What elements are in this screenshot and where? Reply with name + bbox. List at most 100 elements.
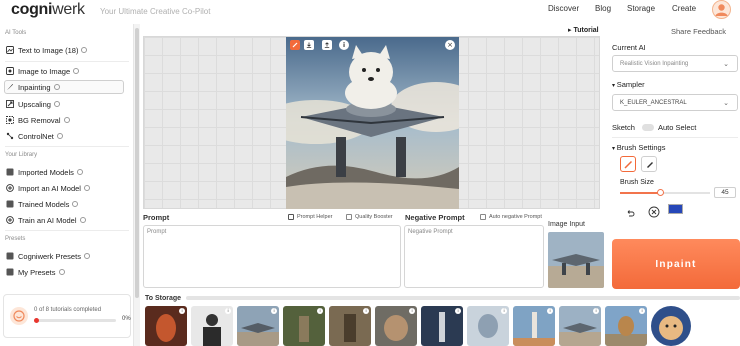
avatar[interactable] — [712, 0, 731, 19]
storage-thumbnail[interactable]: i — [513, 306, 555, 346]
nav-discover[interactable]: Discover — [548, 4, 579, 13]
storage-thumbnail[interactable]: i — [421, 306, 463, 346]
sidebar-item-my-presets[interactable]: My Presets — [5, 265, 125, 279]
logo[interactable]: cogniwerk — [11, 1, 85, 19]
sidebar-item-upscaling[interactable]: Upscaling — [5, 97, 125, 111]
tagline: Your Ultimate Creative Co-Pilot — [100, 7, 211, 16]
info-icon[interactable]: i — [271, 308, 277, 314]
brush-tool-icon[interactable] — [290, 40, 300, 50]
info-icon[interactable] — [76, 169, 83, 175]
storage-thumbnail[interactable]: i — [605, 306, 647, 346]
info-icon[interactable] — [53, 84, 60, 90]
storage-strip-handle[interactable] — [186, 296, 740, 300]
plus-icon — [5, 184, 14, 193]
canvas-image[interactable] — [286, 37, 459, 209]
sidebar-item-inpainting[interactable]: Inpainting — [4, 80, 124, 94]
info-icon[interactable] — [72, 201, 79, 207]
info-icon[interactable]: i — [363, 308, 369, 314]
eraser-button[interactable] — [641, 156, 657, 172]
nav-blog[interactable]: Blog — [595, 4, 611, 13]
current-ai-select[interactable]: Realistic Vision Inpainting ⌄ — [612, 55, 738, 72]
nav-create[interactable]: Create — [672, 4, 696, 13]
info-icon[interactable] — [83, 185, 90, 191]
share-feedback-link[interactable]: Share Feedback — [671, 27, 726, 36]
storage-thumbnail[interactable]: i — [145, 306, 187, 346]
info-icon[interactable]: i — [639, 308, 645, 314]
storage-thumbnail[interactable]: i — [283, 306, 325, 346]
sidebar-item-bg-removal[interactable]: BG Removal — [5, 113, 125, 127]
current-ai-label: Current AI — [612, 43, 646, 52]
sidebar-item-image-to-image[interactable]: Image to Image — [5, 64, 125, 78]
prompt-helper-checkbox[interactable]: Prompt Helper — [288, 214, 332, 220]
tutorial-progress-card[interactable]: 0 of 8 tutorials completed 0% — [3, 294, 131, 338]
image-input-thumbnail[interactable] — [548, 232, 604, 288]
info-icon[interactable]: i — [317, 308, 323, 314]
tutorial-icon — [10, 307, 28, 325]
sketch-label: Sketch — [612, 123, 635, 132]
inpaint-button[interactable]: Inpaint — [612, 239, 740, 289]
brush-color-swatch[interactable] — [668, 204, 683, 214]
nav-storage[interactable]: Storage — [627, 4, 655, 13]
info-icon[interactable] — [73, 68, 80, 74]
info-icon[interactable] — [53, 101, 60, 107]
tutorial-progress-fill — [34, 318, 39, 323]
controlnet-icon — [5, 132, 14, 141]
brush-button[interactable] — [620, 156, 636, 172]
sidebar-item-label: Train an AI Model — [18, 215, 77, 225]
info-icon[interactable] — [79, 217, 86, 223]
info-icon[interactable]: i — [225, 308, 231, 314]
info-icon[interactable]: i — [179, 308, 185, 314]
info-icon[interactable] — [81, 47, 88, 53]
info-icon[interactable]: i — [501, 308, 507, 314]
sketch-toggle[interactable] — [642, 124, 654, 131]
tutorial-progress-text: 0 of 8 tutorials completed — [34, 307, 102, 313]
info-icon[interactable] — [83, 253, 90, 259]
sidebar-item-label: Inpainting — [18, 82, 51, 92]
sidebar-collapse-handle[interactable] — [134, 24, 140, 346]
brush-icon — [5, 83, 14, 92]
info-icon[interactable] — [63, 117, 70, 123]
storage-thumbnail[interactable]: i — [237, 306, 279, 346]
upload-icon[interactable] — [322, 40, 332, 50]
clear-icon[interactable] — [648, 203, 660, 218]
storage-thumbnail[interactable]: i — [329, 306, 371, 346]
storage-thumbnail[interactable]: i — [191, 306, 233, 346]
sidebar-item-imported-models[interactable]: Imported Models — [5, 165, 125, 179]
sidebar-item-text-to-image[interactable]: Text to Image (18) — [5, 43, 125, 57]
divider — [612, 137, 738, 138]
storage-thumbnail[interactable]: i — [375, 306, 417, 346]
scrollbar-thumb[interactable] — [135, 28, 139, 298]
negative-prompt-input[interactable]: Negative Prompt — [404, 225, 544, 288]
storage-thumbnail[interactable]: i — [467, 306, 509, 346]
undo-icon[interactable] — [625, 204, 635, 217]
brush-size-value[interactable]: 45 — [714, 187, 736, 198]
storage-thumbnail[interactable] — [651, 306, 691, 346]
prompt-input[interactable]: Prompt — [143, 225, 401, 288]
download-icon[interactable] — [304, 40, 314, 50]
slider-fill — [620, 192, 661, 194]
info-icon[interactable] — [56, 133, 63, 139]
slider-handle[interactable] — [657, 189, 664, 196]
info-icon[interactable]: i — [455, 308, 461, 314]
sampler-select[interactable]: K_EULER_ANCESTRAL ⌄ — [612, 94, 738, 111]
info-icon[interactable]: i — [547, 308, 553, 314]
info-icon[interactable] — [58, 269, 65, 275]
sidebar-item-train-model[interactable]: Train an AI Model — [5, 213, 125, 227]
sidebar-item-label: Import an AI Model — [18, 183, 81, 193]
sidebar-item-import-model[interactable]: Import an AI Model — [5, 181, 125, 195]
sidebar-item-cogniwerk-presets[interactable]: Cogniwerk Presets — [5, 249, 125, 263]
sidebar-item-label: Cogniwerk Presets — [18, 251, 81, 261]
auto-negative-checkbox[interactable]: Auto negative Prompt — [480, 214, 542, 220]
info-icon[interactable]: i — [409, 308, 415, 314]
info-icon[interactable]: i — [339, 40, 349, 50]
sidebar-item-trained-models[interactable]: Trained Models — [5, 197, 125, 211]
tutorial-link[interactable]: ▸ Tutorial — [568, 26, 599, 34]
quality-booster-checkbox[interactable]: Quality Booster — [346, 214, 393, 220]
close-icon[interactable]: × — [445, 40, 455, 50]
negative-prompt-label: Negative Prompt — [405, 213, 465, 222]
info-icon[interactable]: i — [593, 308, 599, 314]
storage-thumbnail[interactable]: i — [559, 306, 601, 346]
brush-size-slider[interactable] — [620, 189, 710, 196]
sidebar-item-controlnet[interactable]: ControlNet — [5, 129, 125, 143]
top-bar: cogniwerk Your Ultimate Creative Co-Pilo… — [0, 0, 740, 24]
